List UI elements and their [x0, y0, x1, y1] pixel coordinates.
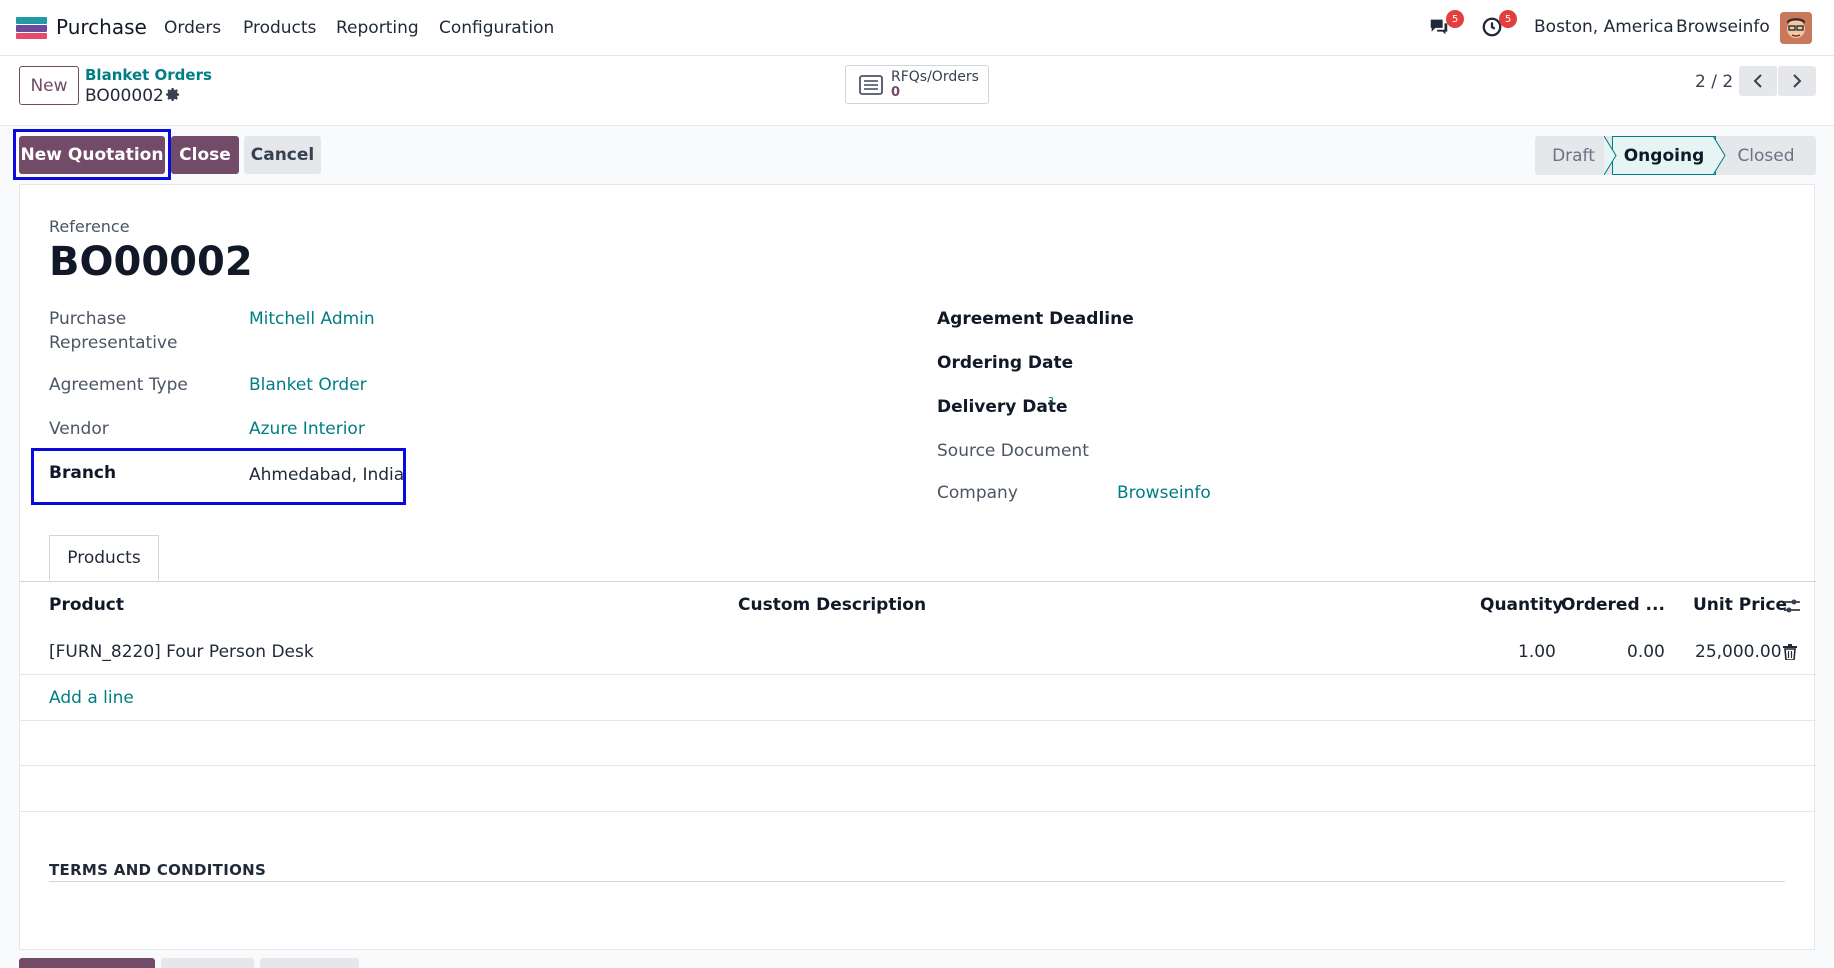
row-unit-price[interactable]: 25,000.00 — [1695, 642, 1782, 662]
agreement-type-field[interactable]: Blanket Order — [249, 375, 367, 395]
document-list-icon — [859, 75, 883, 100]
row-product[interactable]: [FURN_8220] Four Person Desk — [49, 642, 314, 662]
messages-badge: 5 — [1446, 10, 1464, 28]
chevron-right-icon — [1793, 74, 1802, 88]
menu-reporting[interactable]: Reporting — [336, 18, 419, 38]
row-ordered: 0.00 — [1627, 642, 1665, 662]
stage-draft[interactable]: Draft — [1535, 136, 1612, 175]
branch-label: Branch — [49, 463, 117, 483]
purchase-rep-label: Purchase — [49, 309, 127, 329]
add-line-link[interactable]: Add a line — [49, 688, 134, 708]
ordering-date-label: Ordering Date — [937, 353, 1074, 373]
stage-closed[interactable]: Closed — [1716, 136, 1816, 175]
col-custom-description[interactable]: Custom Description — [738, 595, 926, 615]
breadcrumb-blanket-orders[interactable]: Blanket Orders — [85, 66, 212, 84]
vendor-field[interactable]: Azure Interior — [249, 419, 365, 439]
bottom-button-peek — [161, 958, 254, 968]
bottom-button-peek — [19, 958, 155, 968]
agreement-deadline-label: Agreement Deadline — [937, 309, 1134, 329]
company-label: Company — [937, 483, 1018, 503]
app-name[interactable]: Purchase — [56, 15, 147, 39]
reference-title[interactable]: BO00002 — [49, 239, 253, 285]
purchase-app-icon[interactable] — [16, 17, 47, 39]
menu-configuration[interactable]: Configuration — [439, 18, 554, 38]
branch-field[interactable]: Ahmedabad, India — [249, 465, 404, 485]
control-panel: New Blanket Orders BO00002 RFQs/Orders 0… — [0, 56, 1834, 126]
pager-value[interactable]: 2 / 2 — [1695, 72, 1733, 92]
branch-switcher[interactable]: Boston, America — [1534, 17, 1674, 37]
trash-icon[interactable] — [1783, 644, 1797, 665]
close-button[interactable]: Close — [171, 136, 239, 174]
smart-button-label: RFQs/Orders — [891, 69, 979, 85]
row-divider — [20, 674, 1816, 675]
pager-next-button[interactable] — [1778, 66, 1816, 96]
tab-divider — [20, 581, 1816, 582]
stage-arrow-icon — [1713, 136, 1726, 175]
smart-button-count: 0 — [891, 85, 901, 100]
company-field[interactable]: Browseinfo — [1117, 483, 1211, 503]
col-unit-price[interactable]: Unit Price — [1693, 595, 1787, 615]
user-avatar[interactable] — [1780, 12, 1812, 44]
stage-ongoing[interactable]: Ongoing — [1612, 136, 1716, 175]
row-divider — [20, 765, 1816, 766]
delivery-date-help-icon[interactable]: ? — [1048, 395, 1054, 408]
row-divider — [20, 811, 1816, 812]
purchase-rep-label-2: Representative — [49, 333, 178, 353]
col-ordered[interactable]: Ordered ... — [1561, 595, 1665, 615]
cancel-button[interactable]: Cancel — [244, 136, 321, 174]
gear-icon[interactable] — [166, 87, 181, 107]
col-quantity[interactable]: Quantity — [1480, 595, 1563, 615]
optional-columns-icon[interactable] — [1783, 597, 1801, 620]
row-divider — [20, 720, 1816, 721]
stage-arrow-icon — [1604, 136, 1617, 175]
new-record-button[interactable]: New — [19, 66, 79, 105]
pager-previous-button[interactable] — [1739, 66, 1777, 96]
reference-label: Reference — [49, 217, 130, 236]
terms-field[interactable] — [49, 881, 1785, 882]
agreement-type-label: Agreement Type — [49, 375, 188, 395]
tab-products[interactable]: Products — [49, 535, 159, 581]
company-switcher[interactable]: Browseinfo — [1676, 17, 1770, 37]
messages-icon[interactable]: 5 — [1428, 10, 1464, 40]
col-product[interactable]: Product — [49, 595, 124, 615]
status-bar: New Quotation Close Cancel Draft Ongoing… — [0, 127, 1834, 184]
row-quantity[interactable]: 1.00 — [1518, 642, 1556, 662]
source-document-label: Source Document — [937, 441, 1089, 461]
form-sheet: Reference BO00002 Purchase Representativ… — [19, 184, 1816, 950]
breadcrumb-current-record: BO00002 — [85, 86, 164, 106]
rfqs-orders-smart-button[interactable]: RFQs/Orders 0 — [845, 65, 989, 104]
chevron-left-icon — [1753, 74, 1762, 88]
menu-products[interactable]: Products — [243, 18, 316, 38]
terms-heading: TERMS AND CONDITIONS — [49, 861, 267, 879]
bottom-button-peek — [260, 958, 359, 968]
activities-badge: 5 — [1499, 10, 1517, 28]
purchase-rep-field[interactable]: Mitchell Admin — [249, 309, 375, 329]
menu-orders[interactable]: Orders — [164, 18, 221, 38]
new-quotation-button[interactable]: New Quotation — [19, 136, 165, 174]
activity-clock-icon[interactable]: 5 — [1481, 10, 1517, 40]
top-navbar: Purchase Orders Products Reporting Confi… — [0, 0, 1834, 56]
vendor-label: Vendor — [49, 419, 109, 439]
